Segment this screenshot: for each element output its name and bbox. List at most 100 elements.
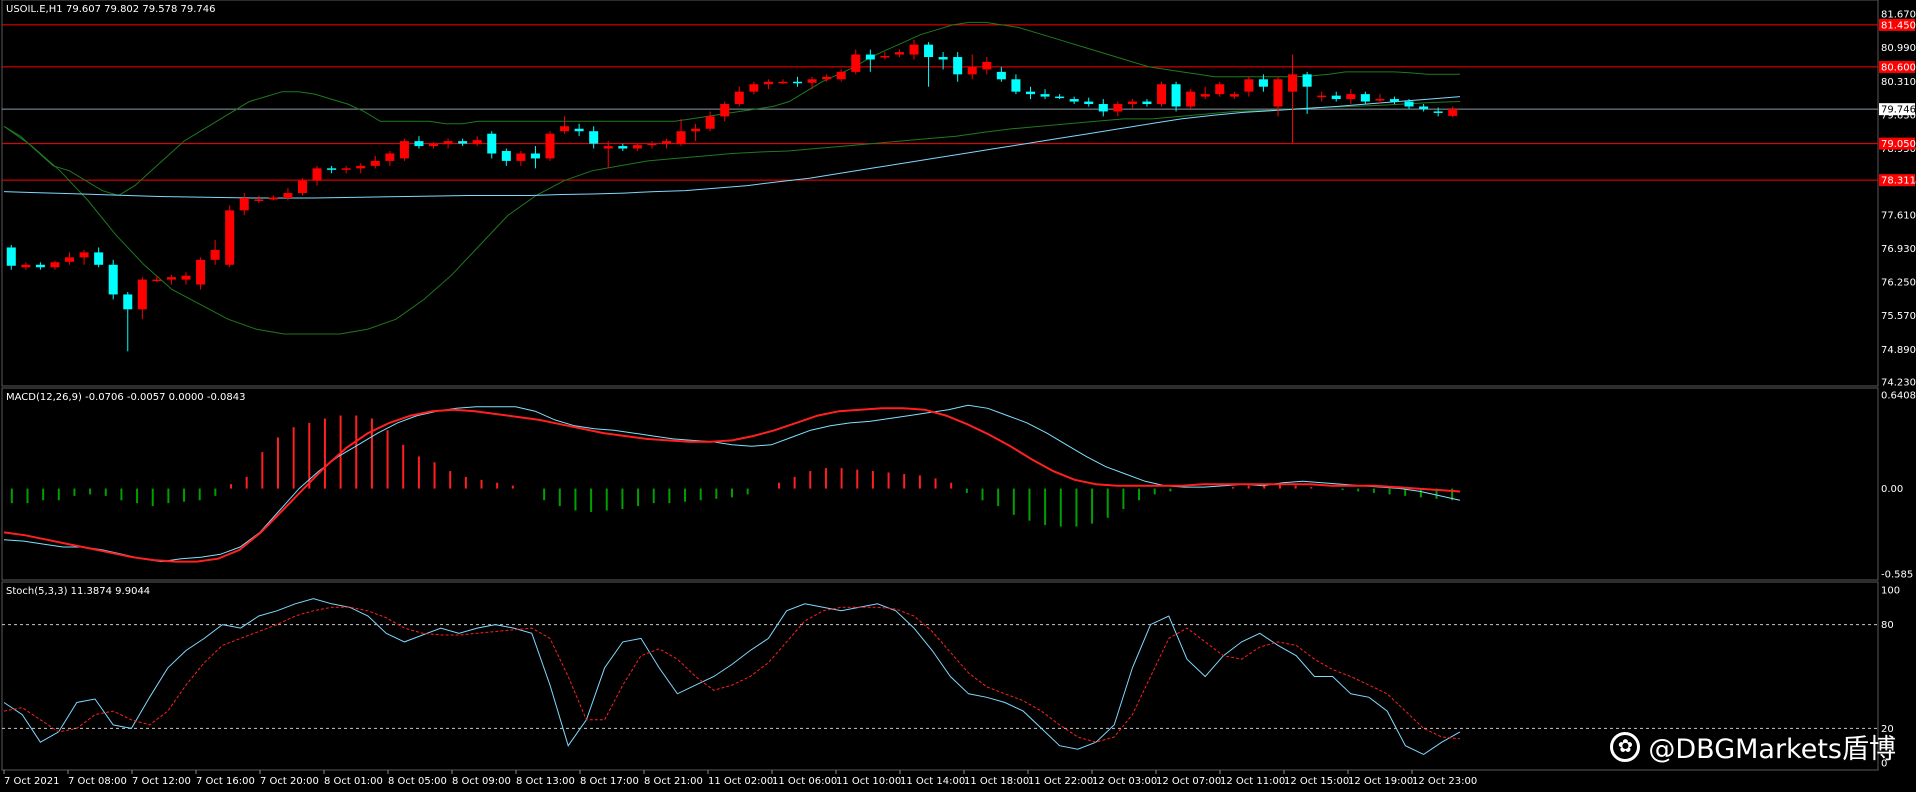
candle-body bbox=[691, 128, 701, 132]
macd-header: MACD(12,26,9) -0.0706 -0.0057 0.0000 -0.… bbox=[6, 392, 245, 403]
candle-body bbox=[1055, 96, 1065, 99]
candle-body bbox=[239, 198, 249, 211]
candle-body bbox=[1229, 94, 1239, 97]
candle-body bbox=[1288, 74, 1298, 92]
candle-body bbox=[487, 133, 497, 154]
price-tag-label: 78.311 bbox=[1881, 176, 1916, 187]
candle-body bbox=[720, 104, 730, 117]
symbol-label: USOIL.E,H1 bbox=[6, 4, 63, 15]
candle-body bbox=[137, 279, 147, 310]
time-axis-label: 12 Oct 11:00 bbox=[1220, 776, 1285, 787]
price-tag-label: 81.450 bbox=[1881, 20, 1916, 31]
price-axis-tick: 76.250 bbox=[1881, 278, 1916, 289]
time-axis-label: 12 Oct 19:00 bbox=[1348, 776, 1413, 787]
macd-axis-tick: 0.00 bbox=[1881, 484, 1903, 495]
price-tag-label: 79.050 bbox=[1881, 139, 1916, 150]
time-axis-label: 7 Oct 08:00 bbox=[68, 776, 127, 787]
candle-body bbox=[1098, 104, 1108, 112]
candle-body bbox=[385, 153, 395, 161]
price-axis-tick: 77.610 bbox=[1881, 210, 1916, 221]
candle-body bbox=[429, 143, 439, 147]
time-axis-label: 12 Oct 07:00 bbox=[1156, 776, 1221, 787]
candle-body bbox=[1127, 101, 1137, 105]
watermark: ✿ @DBGMarkets盾博 bbox=[1610, 727, 1896, 766]
candle-body bbox=[793, 81, 803, 84]
candle-body bbox=[1113, 104, 1123, 112]
candle-body bbox=[472, 140, 482, 144]
price-axis-tick: 81.670 bbox=[1881, 10, 1916, 21]
stoch-axis-tick: 100 bbox=[1881, 586, 1900, 597]
candle-body bbox=[1375, 99, 1385, 101]
chart-root: 81.67080.99080.31079.63078.95078.27077.6… bbox=[1, 0, 1916, 787]
time-axis-label: 11 Oct 02:00 bbox=[708, 776, 773, 787]
candle-body bbox=[268, 197, 278, 200]
time-axis-label: 8 Oct 01:00 bbox=[324, 776, 383, 787]
candle-body bbox=[632, 145, 642, 149]
candle-body bbox=[501, 151, 511, 161]
stoch-axis-tick: 80 bbox=[1881, 620, 1894, 631]
time-axis-label: 7 Oct 12:00 bbox=[132, 776, 191, 787]
candle-body bbox=[1171, 84, 1181, 107]
time-axis-label: 8 Oct 17:00 bbox=[580, 776, 639, 787]
time-axis-label: 8 Oct 09:00 bbox=[452, 776, 511, 787]
time-axis-label: 7 Oct 2021 bbox=[4, 776, 59, 787]
candle-body bbox=[1317, 95, 1327, 98]
candle-body bbox=[924, 44, 934, 58]
candle-body bbox=[225, 210, 235, 265]
candle-body bbox=[6, 247, 16, 266]
candle-body bbox=[530, 153, 540, 159]
candle-body bbox=[953, 57, 963, 75]
candle-body bbox=[1215, 84, 1225, 95]
candle-body bbox=[1389, 99, 1399, 102]
candle-body bbox=[35, 264, 45, 268]
candle-body bbox=[778, 81, 788, 84]
candle-body bbox=[458, 141, 468, 144]
dbg-logo-icon: ✿ bbox=[1610, 731, 1641, 762]
candle-body bbox=[1200, 94, 1210, 97]
candle-body bbox=[399, 141, 409, 159]
price-axis-tick: 74.890 bbox=[1881, 345, 1916, 356]
candle-body bbox=[967, 66, 977, 75]
candle-body bbox=[1360, 94, 1370, 102]
candle-body bbox=[545, 133, 555, 159]
stoch-header: Stoch(5,3,3) 11.3874 9.9044 bbox=[6, 586, 150, 597]
candle-body bbox=[254, 199, 264, 201]
candle-body bbox=[283, 193, 293, 198]
time-axis-label: 7 Oct 16:00 bbox=[196, 776, 255, 787]
candle-body bbox=[1331, 95, 1341, 100]
candle-body bbox=[763, 81, 773, 85]
candle-body bbox=[1040, 94, 1050, 97]
candle-body bbox=[589, 131, 599, 144]
price-axis-tick: 80.310 bbox=[1881, 77, 1916, 88]
time-axis-label: 12 Oct 15:00 bbox=[1284, 776, 1349, 787]
price-tag-label: 80.600 bbox=[1881, 62, 1916, 73]
candle-body bbox=[938, 57, 948, 60]
candle-body bbox=[21, 264, 31, 268]
candle-body bbox=[807, 79, 817, 83]
candle-body bbox=[166, 277, 176, 280]
candle-body bbox=[1157, 84, 1167, 105]
candle-body bbox=[836, 71, 846, 80]
candle-body bbox=[1084, 101, 1094, 105]
time-axis-label: 12 Oct 23:00 bbox=[1412, 776, 1477, 787]
time-axis-label: 11 Oct 22:00 bbox=[1028, 776, 1093, 787]
macd-axis-tick: 0.6408 bbox=[1881, 391, 1916, 402]
candle-body bbox=[123, 294, 133, 310]
candle-body bbox=[414, 141, 424, 147]
time-axis-label: 8 Oct 21:00 bbox=[644, 776, 703, 787]
macd-panel[interactable] bbox=[1, 387, 1879, 581]
ohlc-label: 79.607 79.802 79.578 79.746 bbox=[66, 4, 216, 15]
time-axis-label: 11 Oct 06:00 bbox=[772, 776, 837, 787]
candle-body bbox=[1142, 101, 1152, 105]
candle-body bbox=[647, 143, 657, 146]
candle-body bbox=[574, 128, 584, 132]
candle-body bbox=[1302, 74, 1312, 87]
candle-body bbox=[1069, 99, 1079, 102]
candle-body bbox=[1433, 111, 1443, 113]
stoch-panel[interactable] bbox=[1, 581, 1879, 771]
candle-body bbox=[79, 252, 89, 258]
candle-body bbox=[181, 275, 191, 280]
candle-body bbox=[909, 44, 919, 55]
candle-body bbox=[1011, 79, 1021, 92]
candle-body bbox=[1346, 94, 1356, 100]
